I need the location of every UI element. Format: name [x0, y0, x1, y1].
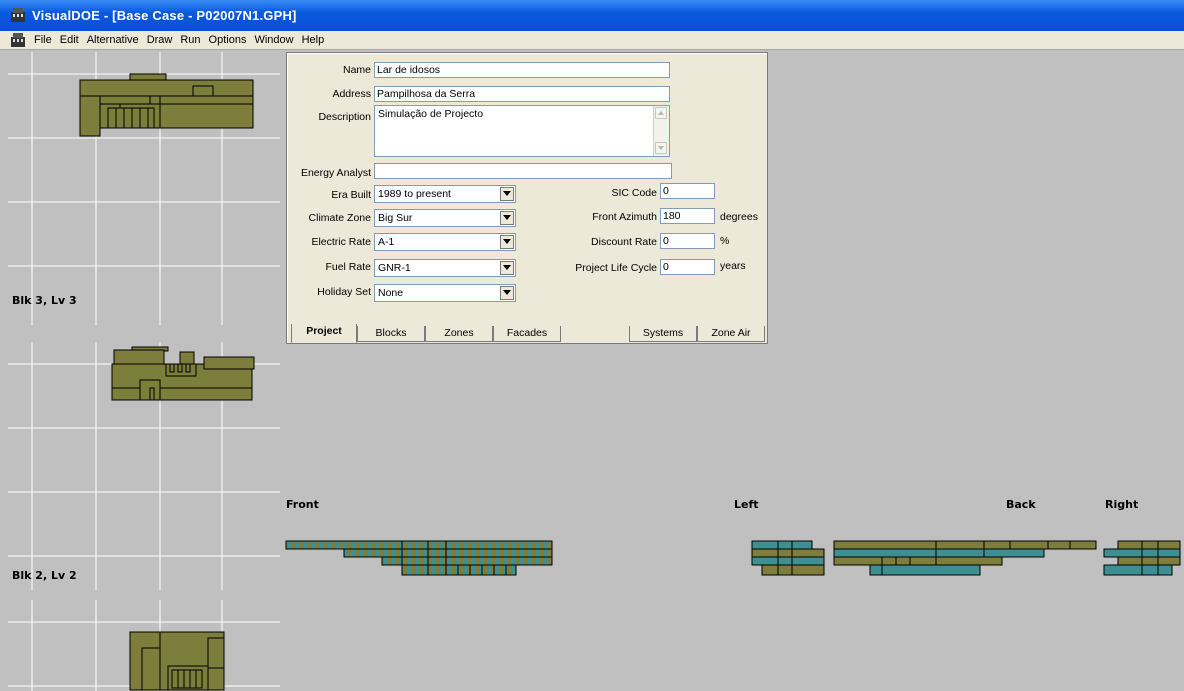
elevation-left: [751, 540, 825, 576]
elevation-drawings: [285, 540, 1181, 576]
elevation-back: [833, 540, 1097, 576]
elevation-front: [285, 540, 553, 576]
elevation-right: [1103, 540, 1181, 576]
